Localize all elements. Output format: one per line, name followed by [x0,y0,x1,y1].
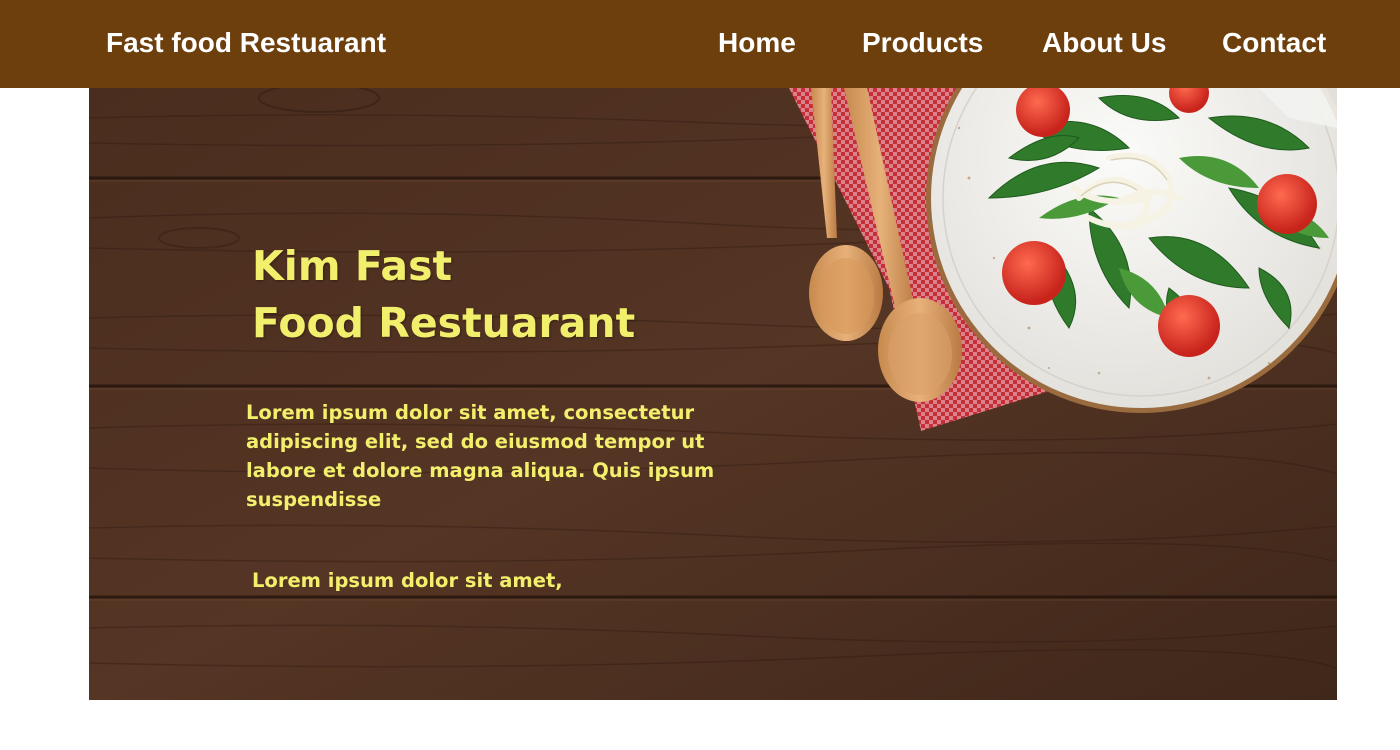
nav-link-products[interactable]: Products [862,26,983,60]
hero-subtext: Lorem ipsum dolor sit amet, [252,569,563,592]
hero-banner: Kim Fast Food Restuarant Lorem ipsum dol… [89,88,1337,700]
hero-title: Kim Fast Food Restuarant [252,238,635,352]
hero-description: Lorem ipsum dolor sit amet, consectetur … [246,401,715,511]
nav-link-home[interactable]: Home [718,26,796,60]
nav-link-about-us[interactable]: About Us [1042,26,1166,60]
hero-title-line-1: Kim Fast [252,242,453,290]
site-brand[interactable]: Fast food Restuarant [106,26,386,60]
hero-title-line-2: Food Restuarant [252,299,636,347]
nav-link-contact[interactable]: Contact [1222,26,1326,60]
navbar: Fast food Restuarant Home Products About… [0,0,1400,88]
hero-background-image [89,88,1337,700]
